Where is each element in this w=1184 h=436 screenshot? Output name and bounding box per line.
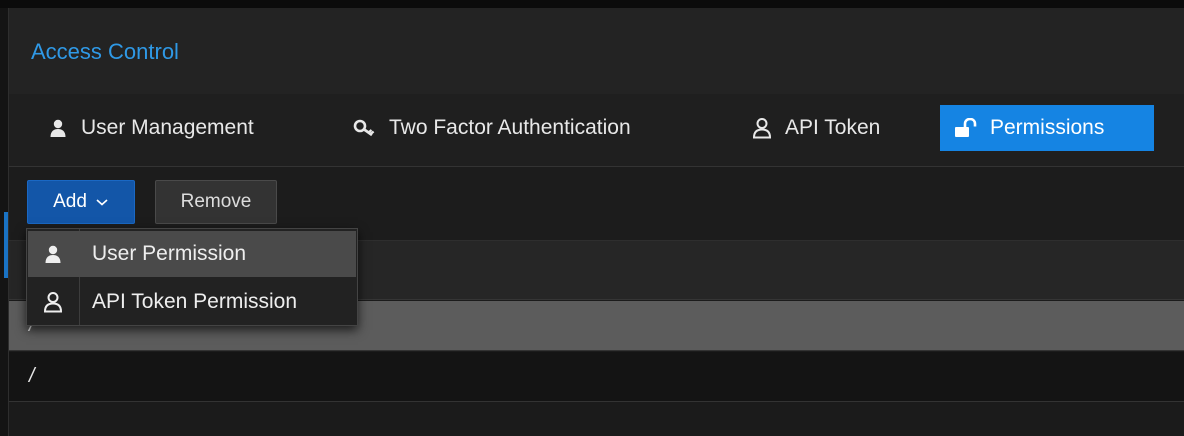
table-row[interactable]: / <box>9 352 1184 402</box>
tab-label: User Management <box>81 116 254 139</box>
top-border <box>0 0 1184 8</box>
menu-item-api-token-permission[interactable]: API Token Permission <box>28 279 356 325</box>
tab-two-factor-authentication[interactable]: Two Factor Authentication <box>339 105 645 151</box>
user-icon <box>28 244 78 264</box>
key-icon <box>353 117 379 139</box>
add-button-label: Add <box>53 191 87 212</box>
page-title: Access Control <box>31 39 179 64</box>
user-outline-icon <box>28 291 78 313</box>
tab-permissions[interactable]: Permissions <box>940 105 1154 151</box>
menu-item-label: User Permission <box>92 242 247 265</box>
tab-bar: User Management Two Factor Authenticatio… <box>9 94 1184 167</box>
tab-label: Permissions <box>990 116 1105 139</box>
menu-item-label: API Token Permission <box>92 290 298 313</box>
tab-api-token[interactable]: API Token <box>735 105 894 151</box>
remove-button-label: Remove <box>180 191 252 212</box>
menu-item-user-permission[interactable]: User Permission <box>28 231 356 277</box>
tab-user-management[interactable]: User Management <box>31 105 268 151</box>
access-control-panel: Access Control User Management Two Facto… <box>0 0 1184 436</box>
unlock-icon <box>954 117 980 139</box>
panel-header: Access Control <box>9 8 1184 94</box>
user-outline-icon <box>749 117 775 139</box>
selection-indicator <box>4 212 8 278</box>
chevron-down-icon <box>95 197 109 207</box>
remove-button[interactable]: Remove <box>155 180 277 224</box>
tab-label: Two Factor Authentication <box>389 116 631 139</box>
user-icon <box>45 117 71 139</box>
add-button[interactable]: Add <box>27 180 135 224</box>
path-cell: / <box>29 365 35 387</box>
add-dropdown-menu: User Permission API Token Permission <box>26 228 358 326</box>
tab-label: API Token <box>785 116 881 139</box>
